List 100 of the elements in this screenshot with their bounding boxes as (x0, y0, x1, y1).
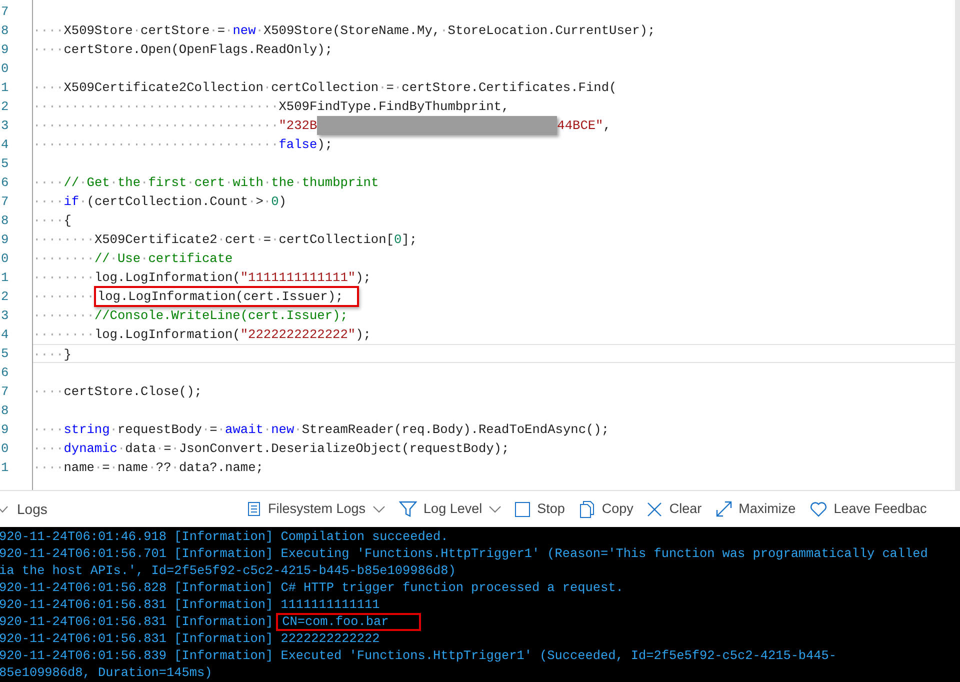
line-number: 2 (1, 99, 9, 114)
code-text: ·data·=·JsonConvert.DeserializeObject(requestBody); (117, 440, 510, 458)
toolbar-button[interactable]: Leave Feedbac (810, 498, 927, 520)
list-icon (247, 501, 261, 517)
code-text: ); (356, 269, 371, 287)
code-text: if (64, 193, 80, 211)
copy-icon (578, 500, 595, 518)
log-message: 1111111111111 (280, 596, 380, 613)
line-number: 8 (1, 23, 9, 38)
chevron-down-icon[interactable] (0, 506, 8, 512)
code-comment: //·Use·certificate (94, 250, 233, 268)
panel-title: Logs (17, 500, 48, 519)
line-number: 7 (1, 4, 9, 19)
code-text: ································ (33, 117, 279, 135)
code-text: dynamic (64, 440, 118, 458)
log-timestamp: 920-11-24T06:01:56.831 [Information] (0, 596, 274, 613)
line-number: 4 (1, 327, 9, 342)
code-text: ································ (33, 136, 279, 154)
code-text: ········log.LogInformation( (33, 326, 240, 344)
code-text: ]; (402, 231, 418, 249)
log-message: Executing 'Functions.HttpTrigger1' (Reason='This function was programmatically called (280, 545, 928, 562)
code-text: 0 (394, 231, 402, 249)
diagonal-arrow-icon (716, 501, 732, 517)
filter-icon (398, 500, 417, 518)
line-number: 8 (1, 403, 9, 418)
code-text: ····} (33, 346, 72, 362)
log-message: Executed 'Functions.HttpTrigger1' (Succeeded, Id=2f5e5f92-c5c2-4215-b445- (280, 647, 837, 664)
log-timestamp: 920-11-24T06:01:56.831 [Information] (0, 613, 274, 630)
code-text: new (232, 22, 256, 40)
code-text: ········X509Certificate2·cert·=·certCollection[ (33, 231, 394, 249)
line-number: 5 (1, 346, 9, 361)
line-number: 0 (1, 61, 9, 76)
code-text: await (225, 421, 264, 439)
line-number: 7 (1, 194, 9, 209)
code-text: ); (317, 136, 333, 154)
log-timestamp: 920-11-24T06:01:56.831 [Information] (0, 630, 274, 647)
line-number: 8 (1, 213, 9, 228)
code-text: ) (278, 193, 286, 211)
log-timestamp: 920-11-24T06:01:56.828 [Information] (0, 579, 274, 596)
code-text: ····X509Store·certStore·=· (33, 22, 233, 40)
close-icon (647, 502, 662, 516)
code-text: ····{ (33, 212, 72, 230)
code-text: ········log.LogInformation( (33, 269, 240, 287)
chevron-down-icon (489, 506, 502, 512)
code-text: ·(certCollection.Count·>· (79, 193, 272, 211)
square-icon (515, 502, 530, 516)
line-number: 1 (1, 80, 9, 95)
line-number: 7 (1, 384, 9, 399)
dropdown-button[interactable]: Log Level (398, 498, 502, 520)
code-text: · (263, 421, 272, 439)
log-message: 85e109986d8, Duration=145ms) (0, 664, 212, 681)
line-number: 1 (1, 270, 9, 285)
code-text: ····certStore.Close(); (33, 383, 202, 401)
toolbar-button[interactable]: Maximize (716, 498, 796, 520)
code-text: false (278, 136, 318, 154)
heart-icon (810, 502, 827, 516)
code-text: ····X509Certificate2Collection·certCollection·=·certStore.Certificates.Find( (33, 79, 617, 97)
code-text: ········ (33, 250, 94, 268)
log-message: CN=com.foo.bar (276, 613, 421, 631)
log-message: Compilation succeeded. (280, 528, 448, 545)
code-text: ·X509Store(StoreName.My,·StoreLocation.CurrentUser); (256, 22, 656, 40)
code-text: "2222222222222" (240, 326, 356, 344)
code-text: ····name·=·name·??·data?.name; (33, 459, 264, 477)
code-text: ·StreamReader(req.Body).ReadToEndAsync(); (294, 421, 610, 439)
code-text: "1111111111111" (240, 269, 356, 287)
code-comment: //Console.WriteLine(cert.Issuer); (94, 307, 348, 325)
line-number: 0 (1, 441, 9, 456)
line-number: 1 (1, 460, 9, 475)
dropdown-button[interactable]: Filesystem Logs (247, 498, 385, 520)
line-number: 9 (1, 232, 9, 247)
log-message: 2222222222222 (280, 630, 380, 647)
line-number: 3 (1, 308, 9, 323)
line-number: 0 (1, 251, 9, 266)
line-number: 4 (1, 137, 9, 152)
log-timestamp: 920-11-24T06:01:46.918 [Information] (0, 528, 274, 545)
line-number: 9 (1, 42, 9, 57)
code-text: ···· (33, 193, 64, 211)
code-text: 0 (271, 193, 279, 211)
chevron-down-icon (372, 506, 385, 512)
toolbar-button[interactable]: Copy (578, 498, 634, 520)
code-text: ···· (33, 174, 64, 192)
code-text: string (64, 421, 110, 439)
code-text: new (271, 421, 294, 439)
toolbar-button[interactable]: Stop (515, 498, 565, 520)
log-message: ia the host APIs.', Id=2f5e5f92-c5c2-4215-b445-b85e109986d8) (0, 562, 456, 579)
code-text: ····certStore.Open(OpenFlags.ReadOnly); (33, 41, 332, 59)
code-text: ·requestBody·=· (110, 421, 226, 439)
code-text: 44BCE" (557, 117, 604, 135)
code-text: , (603, 117, 611, 135)
code-comment: //·Get·the·first·cert·with·the·thumbprint (64, 174, 379, 192)
line-number: 6 (1, 365, 9, 380)
code-text: ········ (33, 307, 94, 325)
code-text: ································X509FindType.FindByThumbprint, (33, 98, 510, 116)
code-text: ········ (33, 288, 94, 306)
toolbar-button[interactable]: Clear (647, 498, 702, 520)
line-number: 6 (1, 175, 9, 190)
code-text: ···· (33, 440, 64, 458)
line-number: 3 (1, 118, 9, 133)
log-timestamp: 920-11-24T06:01:56.701 [Information] (0, 545, 274, 562)
code-text: ···· (33, 421, 64, 439)
